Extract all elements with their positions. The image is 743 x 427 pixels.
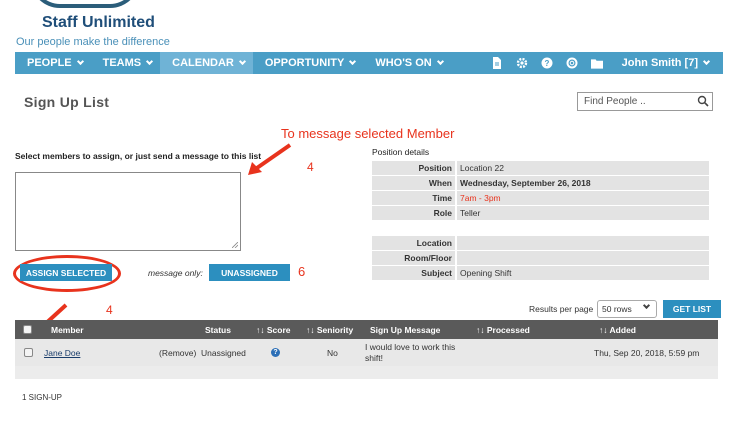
nav-teams[interactable]: TEAMS — [91, 52, 161, 74]
user-menu[interactable]: John Smith [7] — [616, 52, 711, 74]
position-row: Role Teller — [372, 206, 709, 220]
nav-opportunity[interactable]: OPPORTUNITY — [253, 52, 363, 74]
page-title: Sign Up List — [24, 94, 110, 110]
position-label: Position — [372, 161, 455, 175]
position-details-table: Position Location 22 When Wednesday, Septe… — [372, 161, 709, 221]
message-textarea[interactable] — [15, 172, 241, 251]
signup-message-line2: shift! — [365, 353, 383, 363]
position-label: Role — [372, 206, 455, 220]
col-member[interactable]: Member — [51, 325, 84, 335]
main-nav: PEOPLE TEAMS CALENDAR OPPORTUNITY WHO'S … — [15, 52, 723, 74]
nav-calendar[interactable]: CALENDAR — [160, 52, 253, 74]
position-row: Time 7am - 3pm — [372, 191, 709, 205]
brand-tagline: Our people make the difference — [16, 36, 170, 48]
chevron-down-icon — [436, 57, 444, 66]
assign-selected-button[interactable]: ASSIGN SELECTED — [20, 264, 112, 281]
folder-icon[interactable] — [590, 57, 603, 69]
brand-name: Staff Unlimited — [42, 14, 155, 31]
position-details-heading: Position details — [372, 147, 430, 157]
position-label: When — [372, 176, 455, 190]
assign-instructions: Select members to assign, or just send a… — [15, 151, 262, 161]
user-name: John Smith [7] — [621, 57, 698, 69]
position-row: Subject Opening Shift — [372, 266, 709, 280]
nav-people-label: PEOPLE — [27, 57, 72, 69]
table-row: Jane Doe (Remove) Unassigned ? No I woul… — [15, 339, 718, 366]
seniority-value: No — [327, 348, 338, 358]
position-label: Subject — [372, 266, 455, 280]
position-row: Position Location 22 — [372, 161, 709, 175]
location-details-table: Location Room/Floor Subject Opening Shift — [372, 236, 709, 281]
position-row: Room/Floor — [372, 251, 709, 265]
status-value: Unassigned — [201, 348, 246, 358]
position-label: Time — [372, 191, 455, 205]
score-help-icon[interactable]: ? — [271, 348, 280, 357]
annotation-number-4-bottom: 4 — [106, 303, 113, 317]
col-added[interactable]: ↑↓ Added — [599, 325, 636, 335]
col-score[interactable]: ↑↓ Score — [256, 325, 291, 335]
message-only-label: message only: — [148, 268, 203, 278]
logo-mark — [30, 0, 140, 8]
position-value: Teller — [457, 206, 709, 220]
results-per-page-label: Results per page — [529, 304, 594, 314]
position-value — [457, 251, 709, 265]
col-signup-message[interactable]: Sign Up Message — [370, 325, 440, 335]
svg-text:?: ? — [544, 59, 549, 68]
col-seniority[interactable]: ↑↓ Seniority — [306, 325, 353, 335]
results-per-page-select[interactable]: 50 rows — [597, 300, 657, 318]
document-icon[interactable] — [491, 57, 503, 69]
added-value: Thu, Sep 20, 2018, 5:59 pm — [594, 348, 700, 358]
annotation-message-note: To message selected Member — [281, 126, 455, 141]
chevron-down-icon — [642, 301, 651, 310]
position-row: When Wednesday, September 26, 2018 — [372, 176, 709, 190]
col-processed[interactable]: ↑↓ Processed — [476, 325, 530, 335]
search-icon[interactable] — [697, 95, 709, 107]
nav-teams-label: TEAMS — [102, 57, 142, 69]
help-icon[interactable]: ? — [541, 57, 553, 69]
position-label: Location — [372, 236, 455, 250]
results-per-page-value: 50 rows — [602, 304, 632, 314]
nav-opportunity-label: OPPORTUNITY — [264, 57, 345, 69]
signup-message-line1: I would love to work this — [365, 342, 456, 352]
nav-whos-on-label: WHO'S ON — [375, 57, 432, 69]
signup-count: 1 SIGN-UP — [22, 393, 63, 402]
unassigned-button[interactable]: UNASSIGNED — [209, 264, 290, 281]
position-value — [457, 236, 709, 250]
support-icon[interactable] — [566, 57, 578, 69]
remove-link[interactable]: (Remove) — [159, 348, 196, 358]
row-checkbox[interactable] — [24, 348, 33, 357]
col-status[interactable]: Status — [205, 325, 231, 335]
annotation-number-6: 6 — [298, 264, 306, 279]
position-row: Location — [372, 236, 709, 250]
chevron-down-icon — [702, 57, 711, 66]
nav-whos-on[interactable]: WHO'S ON — [363, 52, 450, 74]
annotation-number-4: 4 — [307, 160, 314, 174]
member-link[interactable]: Jane Doe — [44, 348, 80, 358]
position-label: Room/Floor — [372, 251, 455, 265]
position-value: Wednesday, September 26, 2018 — [457, 176, 709, 190]
gear-icon[interactable] — [516, 57, 528, 69]
chevron-down-icon — [146, 57, 154, 66]
resize-handle-icon[interactable] — [232, 242, 238, 248]
nav-people[interactable]: PEOPLE — [15, 52, 91, 74]
get-list-button[interactable]: GET LIST — [663, 300, 721, 318]
position-value: 7am - 3pm — [457, 191, 709, 205]
find-people-input[interactable]: Find People .. — [577, 92, 713, 111]
table-row-spacer — [15, 366, 718, 379]
nav-calendar-label: CALENDAR — [172, 57, 234, 69]
chevron-down-icon — [76, 57, 84, 66]
position-value: Location 22 — [457, 161, 709, 175]
chevron-down-icon — [238, 57, 246, 66]
select-all-checkbox[interactable] — [23, 325, 32, 334]
chevron-down-icon — [349, 57, 357, 66]
position-value: Opening Shift — [457, 266, 709, 280]
table-header: Member Status ↑↓ Score ↑↓ Seniority Sign… — [15, 320, 718, 339]
